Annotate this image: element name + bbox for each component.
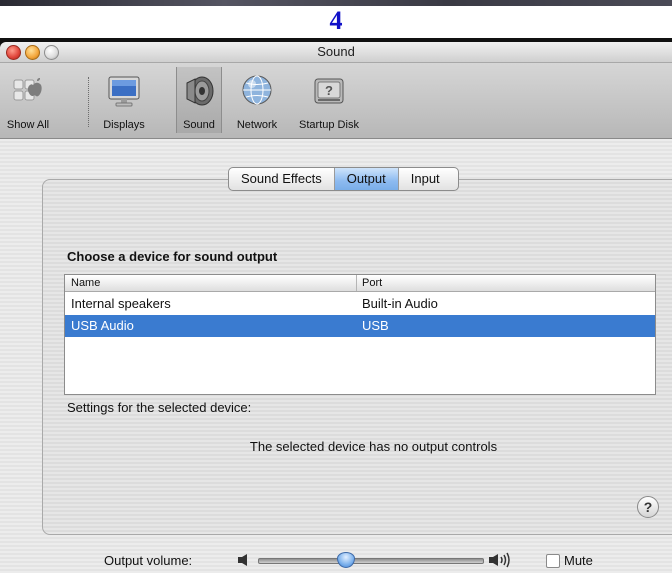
volume-high-icon xyxy=(488,552,514,568)
title-bar: Sound xyxy=(0,42,672,63)
mute-label: Mute xyxy=(564,553,593,568)
toolbar-sound[interactable]: Sound xyxy=(176,67,222,133)
network-globe-icon xyxy=(239,73,275,109)
toolbar-network[interactable]: Network xyxy=(228,67,286,133)
output-volume-label: Output volume: xyxy=(104,553,193,568)
table-header: Name Port xyxy=(65,275,655,292)
table-row-selected[interactable]: USB Audio USB xyxy=(65,315,655,337)
help-button[interactable]: ? xyxy=(637,496,659,518)
speaker-icon xyxy=(181,73,217,109)
toolbar-separator xyxy=(88,77,89,127)
toolbar-show-all[interactable]: Show All xyxy=(2,67,54,133)
volume-slider-thumb[interactable] xyxy=(337,552,356,568)
toolbar-startup-disk[interactable]: ? Startup Disk xyxy=(292,67,366,133)
tab-input[interactable]: Input xyxy=(399,168,458,190)
column-header-port[interactable]: Port xyxy=(362,275,382,291)
tab-bar: Sound Effects Output Input xyxy=(228,167,459,191)
device-port-cell: Built-in Audio xyxy=(362,296,438,311)
output-volume-row: Output volume: Mute xyxy=(0,543,672,573)
svg-text:?: ? xyxy=(325,83,333,98)
preferences-content: Sound Effects Output Input Choose a devi… xyxy=(0,139,672,573)
output-section-heading: Choose a device for sound output xyxy=(67,249,278,264)
toolbar-displays[interactable]: Displays xyxy=(96,67,152,133)
device-port-cell: USB xyxy=(362,318,389,333)
step-number: 4 xyxy=(329,6,343,35)
no-controls-message: The selected device has no output contro… xyxy=(249,439,498,454)
toolbar-label-startup-disk: Startup Disk xyxy=(299,119,359,131)
toolbar-label-sound: Sound xyxy=(183,119,215,131)
window-title: Sound xyxy=(317,44,355,59)
toolbar-label-show-all: Show All xyxy=(6,119,50,131)
mute-checkbox[interactable] xyxy=(546,554,560,568)
display-icon xyxy=(106,73,142,109)
device-name-cell: USB Audio xyxy=(71,318,134,333)
table-row[interactable]: Internal speakers Built-in Audio xyxy=(65,293,655,315)
volume-low-icon xyxy=(236,553,252,567)
volume-slider-track[interactable] xyxy=(258,558,484,564)
toolbar: Show All Displays Sound Network ? Startu… xyxy=(0,63,672,139)
toolbar-label-network: Network xyxy=(236,119,278,131)
hard-disk-icon: ? xyxy=(311,73,347,109)
device-name-cell: Internal speakers xyxy=(71,296,171,311)
toolbar-label-displays: Displays xyxy=(103,119,145,131)
output-device-table[interactable]: Name Port Internal speakers Built-in Aud… xyxy=(64,274,656,395)
tab-output[interactable]: Output xyxy=(334,168,399,190)
close-button[interactable] xyxy=(6,45,21,60)
column-header-name[interactable]: Name xyxy=(71,275,100,291)
zoom-button[interactable] xyxy=(44,45,59,60)
minimize-button[interactable] xyxy=(25,45,40,60)
tab-sound-effects[interactable]: Sound Effects xyxy=(229,168,335,190)
column-divider xyxy=(356,275,357,291)
apple-icon xyxy=(10,73,46,109)
system-preferences-window: Sound Show All Displays Sound Network ? … xyxy=(0,38,672,573)
settings-label: Settings for the selected device: xyxy=(67,400,252,415)
